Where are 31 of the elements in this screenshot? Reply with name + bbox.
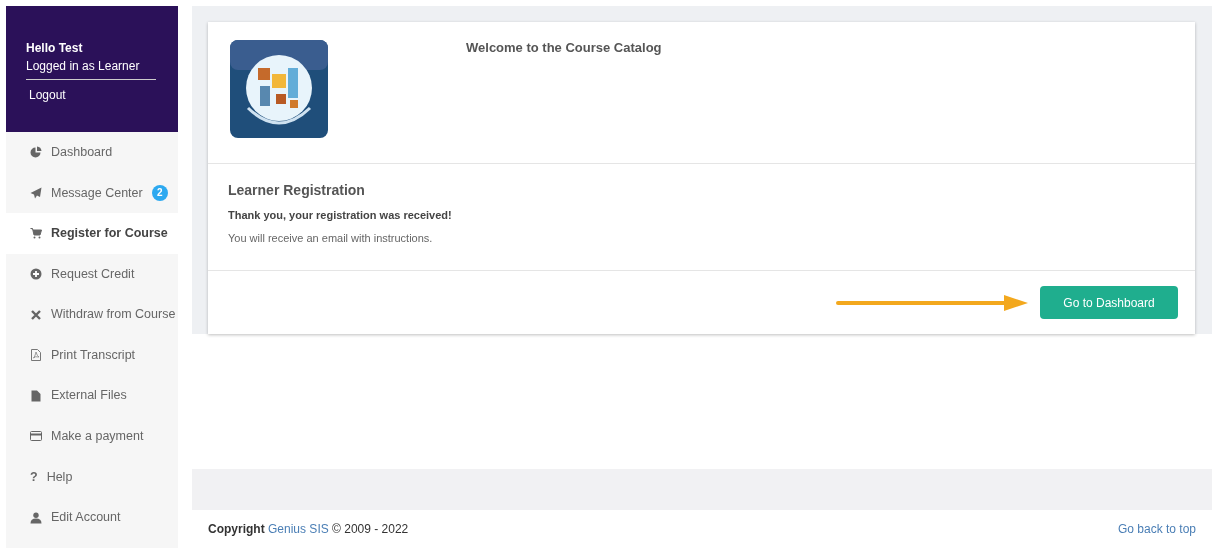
sidebar-item[interactable]: Message Center 2	[6, 172, 178, 214]
cart-icon	[30, 227, 42, 240]
sidebar-item[interactable]: Request Credit	[6, 253, 178, 295]
plus-circle-icon	[30, 268, 42, 281]
sidebar-item[interactable]: Dashboard	[6, 132, 178, 173]
sidebar-item[interactable]: Register for Course	[6, 213, 178, 254]
instructions-text: You will receive an email with instructions.	[228, 230, 434, 246]
sidebar-item[interactable]: Print Transcript	[6, 334, 178, 376]
back-to-top-link[interactable]: Go back to top	[1117, 520, 1196, 538]
user-icon	[30, 511, 42, 524]
confirmation-message: Thank you, your registration was received!	[228, 208, 453, 223]
user-role: Logged in as Learner	[26, 57, 156, 80]
sidebar-item[interactable]: ? Help	[6, 456, 178, 498]
catalog-title: Welcome to the Course Catalog	[466, 39, 662, 57]
sidebar-item[interactable]: External Files	[6, 375, 178, 417]
section-heading: Learner Registration	[228, 181, 366, 200]
pie-chart-icon	[30, 146, 42, 159]
paper-plane-icon	[30, 186, 42, 199]
copyright-text: Copyright Genius SIS © 2009 - 2022	[208, 521, 409, 538]
greeting: Hello Test	[26, 40, 84, 57]
credit-card-icon	[30, 430, 42, 443]
close-icon	[30, 308, 42, 321]
sidebar-item[interactable]: Withdraw from Course	[6, 294, 178, 335]
pdf-file-icon	[30, 349, 42, 362]
company-link[interactable]: Genius SIS	[268, 522, 329, 536]
logout-link[interactable]: Logout	[29, 86, 66, 104]
sidebar-item[interactable]: Edit Account	[6, 497, 178, 538]
question-mark-icon: ?	[30, 467, 38, 487]
unread-count: 2	[151, 184, 168, 201]
sidebar-item[interactable]: Make a payment	[6, 416, 178, 457]
file-icon	[30, 389, 42, 402]
